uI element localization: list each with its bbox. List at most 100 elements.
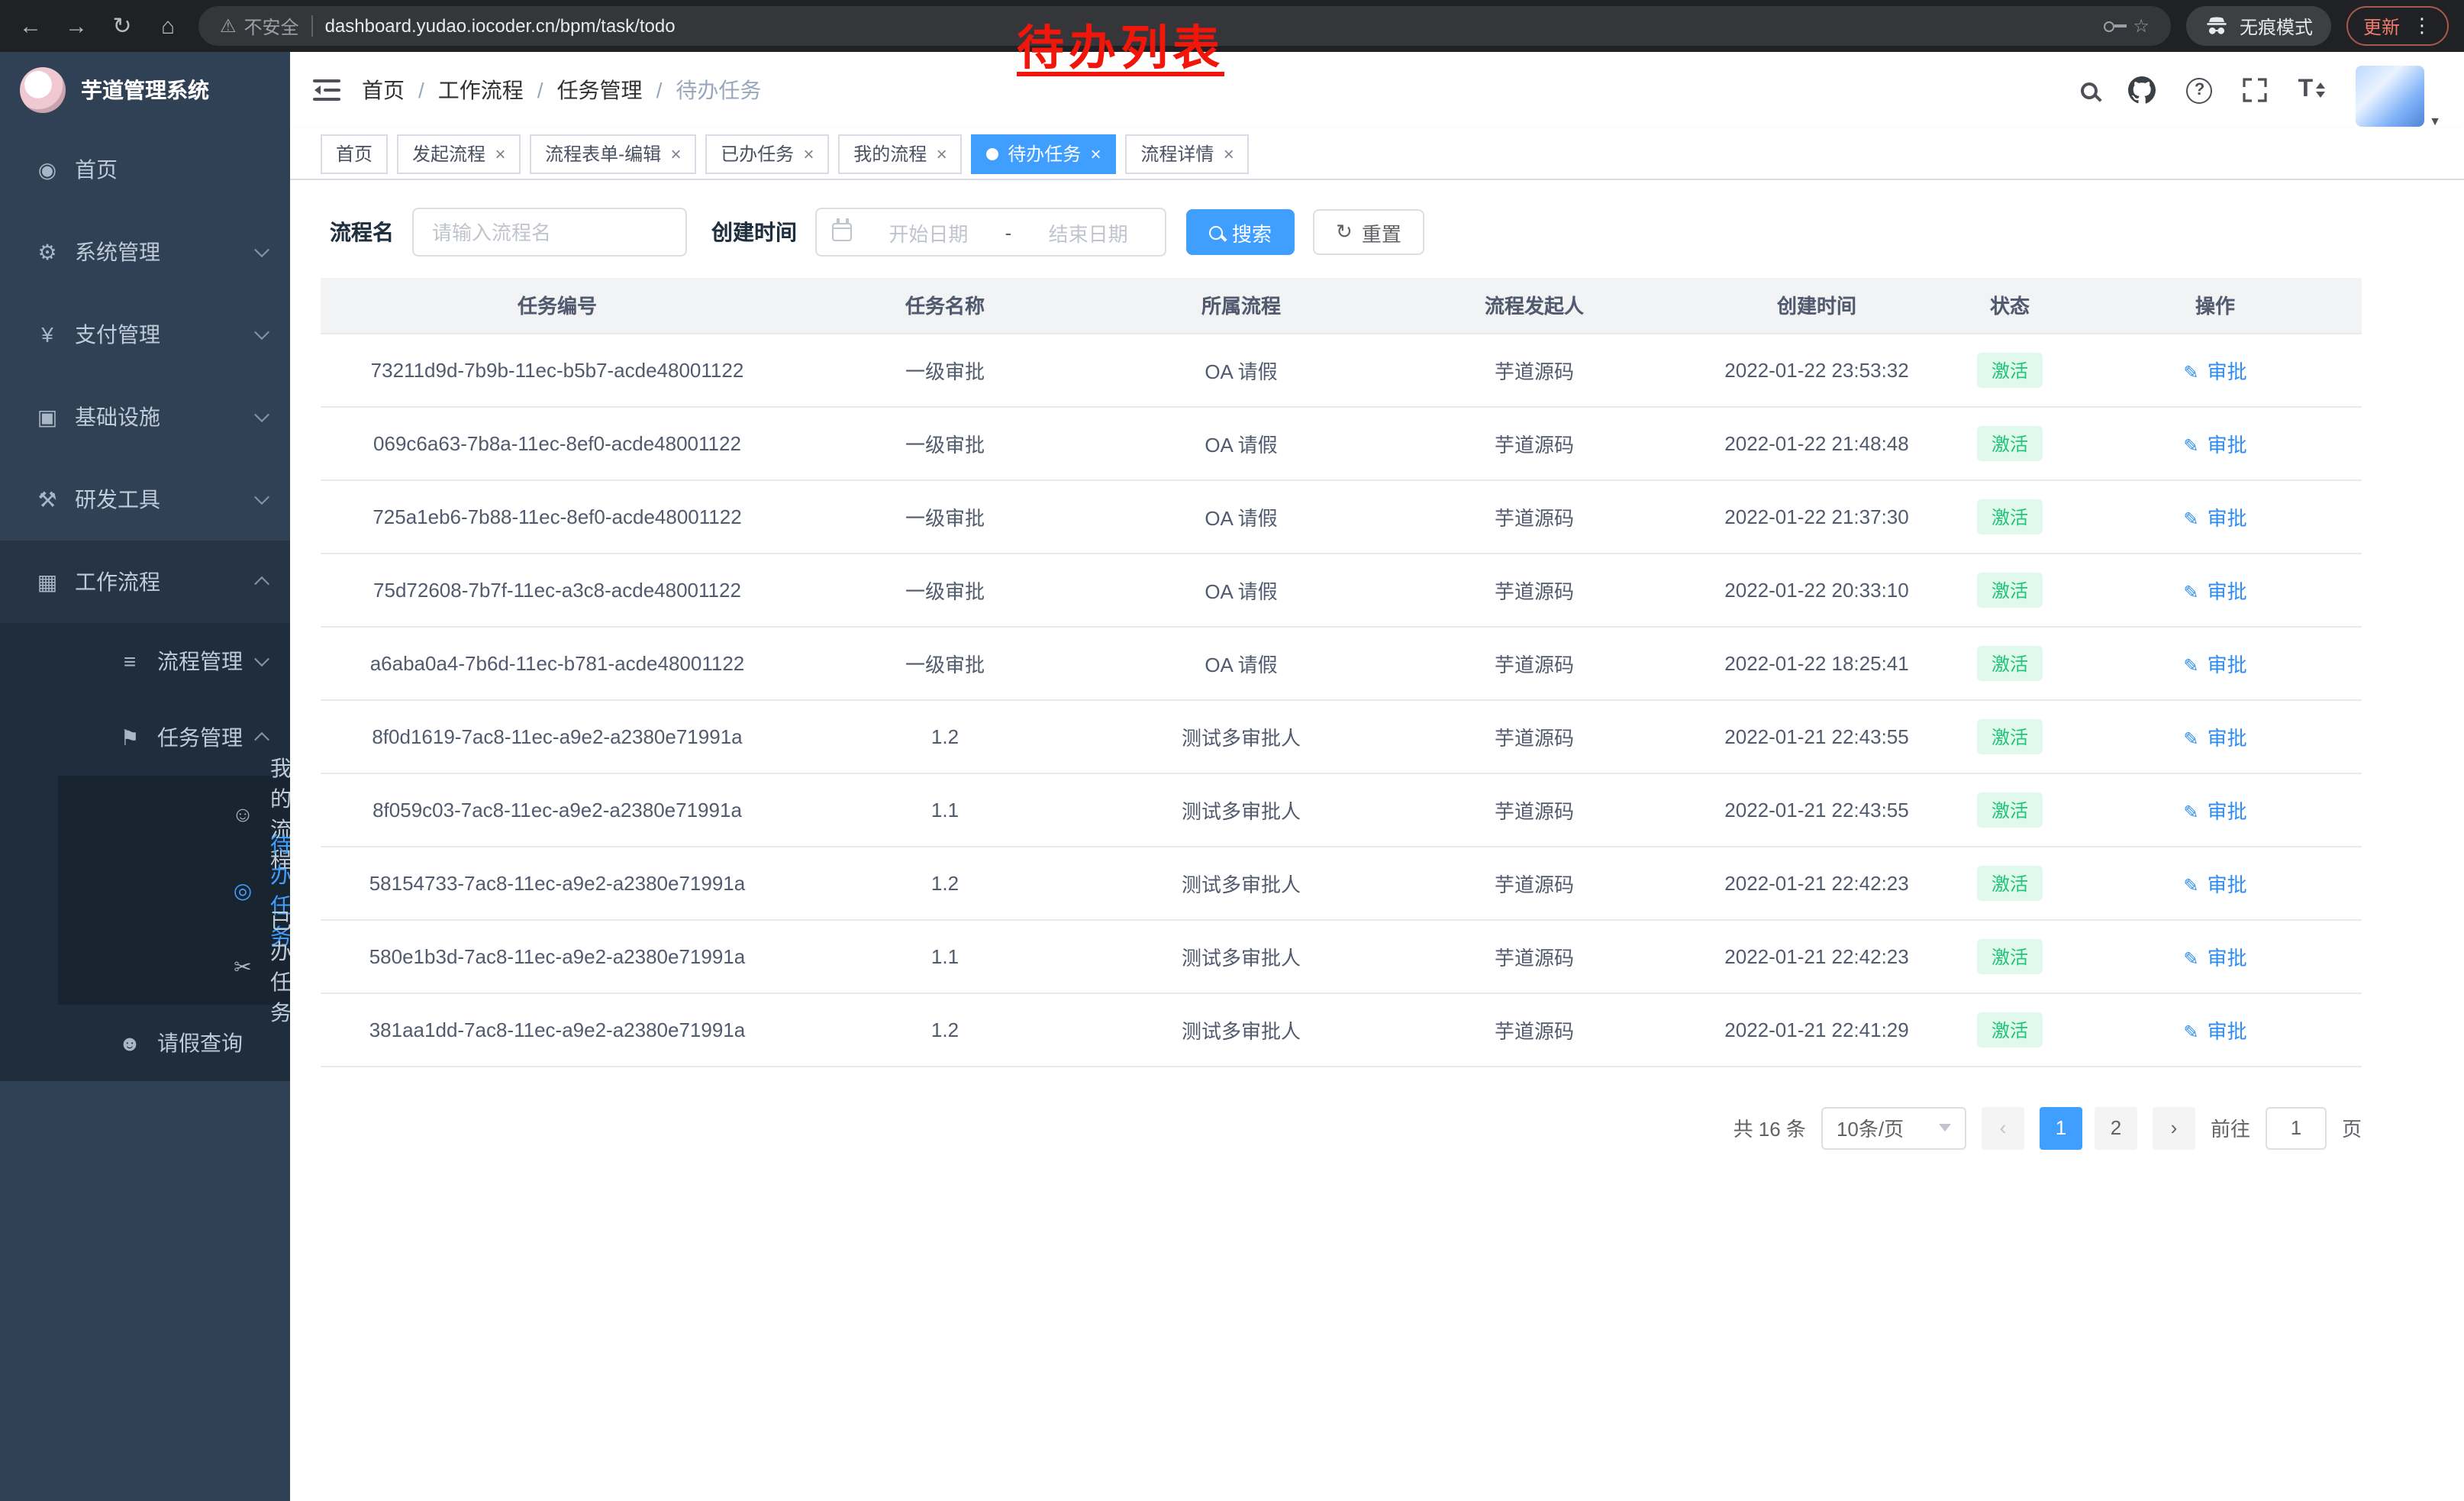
sidebar-item-leave-query[interactable]: ☻请假查询 [58,1005,290,1081]
sidebar-item-infrastructure[interactable]: ▣基础设施 [0,376,290,458]
page-content: 流程名 创建时间 开始日期 - 结束日期 搜索 [290,180,2464,1501]
process-name-input[interactable] [412,208,687,257]
breadcrumb-separator: / [537,78,543,102]
edit-icon: ✎ [2183,361,2198,383]
key-icon[interactable] [2104,21,2114,31]
tab-label: 已办任务 [721,140,794,166]
browser-forward-icon[interactable]: → [61,13,92,39]
breadcrumb-item-2[interactable]: 任务管理 [557,75,643,105]
status-badge: 激活 [1978,792,2042,827]
task-status-cell: 激活 [1951,699,2069,773]
status-badge: 激活 [1978,499,2042,534]
search-button[interactable]: 搜索 [1186,209,1295,255]
task-table-body: 73211d9d-7b9b-11ec-b5b7-acde48001122一级审批… [321,333,2362,1066]
sidebar-item-devtools[interactable]: ⚒研发工具 [0,458,290,541]
approve-link[interactable]: ✎ 审批 [2183,726,2246,749]
update-chip[interactable]: 更新 ⋮ [2346,6,2449,46]
tab-my-process[interactable]: 我的流程× [838,134,962,173]
prev-page-button[interactable]: ‹ [1982,1106,2024,1149]
task-initiator: 芋道源码 [1386,919,1682,993]
approve-link[interactable]: ✎ 审批 [2183,653,2246,676]
my-process-icon: ☺ [229,802,256,826]
next-page-button[interactable]: › [2153,1106,2195,1149]
end-date-placeholder[interactable]: 结束日期 [1027,218,1150,247]
close-tab-icon[interactable]: × [1090,143,1101,164]
task-created: 2022-01-21 22:42:23 [1682,919,1951,993]
approve-link[interactable]: ✎ 审批 [2183,799,2246,822]
approve-link[interactable]: ✎ 审批 [2183,873,2246,896]
approve-link[interactable]: ✎ 审批 [2183,506,2246,529]
user-menu[interactable]: ▼ [2356,53,2441,128]
sidebar-item-process-mgmt[interactable]: ≡流程管理 [58,623,290,699]
search-icon[interactable] [2082,82,2098,98]
approve-link[interactable]: ✎ 审批 [2183,946,2246,969]
browser-home-icon[interactable]: ⌂ [153,13,183,39]
task-action-cell: ✎ 审批 [2069,626,2362,699]
page-size-select[interactable]: 10条/页 [1821,1106,1966,1149]
sidebar-item-done-tasks[interactable]: ✂已办任务 [144,928,290,1005]
column-header-4: 创建时间 [1682,278,1951,333]
page-button-1[interactable]: 1 [2040,1106,2082,1149]
close-tab-icon[interactable]: × [936,143,947,164]
chevron-down-icon [254,651,269,667]
column-header-5: 状态 [1951,278,2069,333]
page-button-2[interactable]: 2 [2095,1106,2137,1149]
tab-process-detail[interactable]: 流程详情× [1125,134,1249,173]
task-created: 2022-01-21 22:42:23 [1682,846,1951,919]
close-tab-icon[interactable]: × [495,143,505,164]
goto-page-input[interactable] [2266,1106,2327,1149]
approve-link[interactable]: ✎ 审批 [2183,360,2246,383]
sidebar-item-my-process[interactable]: ☺我的流程 [144,776,290,852]
approve-link[interactable]: ✎ 审批 [2183,433,2246,456]
tab-done-tasks[interactable]: 已办任务 × [705,134,829,173]
status-badge: 激活 [1978,718,2042,754]
tab-form-edit[interactable]: 流程表单-编辑× [530,134,696,173]
task-status-cell: 激活 [1951,479,2069,553]
sidebar-item-workflow[interactable]: ▦工作流程 [0,541,290,623]
task-process: 测试多审批人 [1096,699,1386,773]
help-icon[interactable]: ? [2187,77,2213,103]
task-process: OA 请假 [1096,333,1386,406]
tab-todo-tasks[interactable]: 待办任务× [971,134,1116,173]
bookmark-star-icon[interactable]: ☆ [2133,15,2150,37]
github-icon[interactable] [2129,76,2156,104]
collapse-sidebar-icon[interactable] [313,78,340,102]
task-action-cell: ✎ 审批 [2069,699,2362,773]
font-size-icon[interactable]: T [2298,76,2326,104]
url-text: dashboard.yudao.iocoder.cn/bpm/task/todo [325,15,676,37]
sidebar-item-home[interactable]: ◉首页 [0,128,290,211]
breadcrumb-item-1[interactable]: 工作流程 [438,75,524,105]
security-status[interactable]: ⚠ 不安全 [220,13,299,39]
approve-link[interactable]: ✎ 审批 [2183,579,2246,602]
reset-button[interactable]: ↻ 重置 [1313,209,1424,255]
status-badge: 激活 [1978,425,2042,460]
browser-reload-icon[interactable]: ↻ [107,12,137,40]
chevron-down-icon [254,489,269,505]
task-flag-icon: ⚑ [116,725,144,750]
sidebar-item-system[interactable]: ⚙系统管理 [0,211,290,293]
task-initiator: 芋道源码 [1386,699,1682,773]
task-initiator: 芋道源码 [1386,993,1682,1066]
range-separator: - [1005,221,1012,244]
close-tab-icon[interactable]: × [1223,143,1234,164]
sidebar-item-todo-tasks[interactable]: ◎待办任务 [144,852,290,928]
close-tab-icon[interactable]: × [803,143,814,164]
table-row: 580e1b3d-7ac8-11ec-a9e2-a2380e71991a1.1测… [321,919,2362,993]
start-date-placeholder[interactable]: 开始日期 [867,218,990,247]
task-process: OA 请假 [1096,406,1386,479]
breadcrumb-item-0[interactable]: 首页 [362,75,405,105]
sidebar-item-task-mgmt[interactable]: ⚑任务管理 [58,699,290,776]
status-badge: 激活 [1978,1012,2042,1047]
close-tab-icon[interactable]: × [670,143,681,164]
fullscreen-icon[interactable] [2243,78,2268,102]
browser-menu-icon[interactable]: ⋮ [2412,14,2432,38]
tab-home[interactable]: 首页 [321,134,388,173]
sidebar-item-payment[interactable]: ¥支付管理 [0,293,290,376]
approve-link[interactable]: ✎ 审批 [2183,1019,2246,1042]
date-range-picker[interactable]: 开始日期 - 结束日期 [815,208,1166,257]
tab-start-process[interactable]: 发起流程× [397,134,521,173]
total-count: 共 16 条 [1734,1113,1806,1142]
avatar[interactable] [2356,65,2424,126]
task-name: 一级审批 [794,479,1096,553]
browser-back-icon[interactable]: ← [15,13,46,39]
